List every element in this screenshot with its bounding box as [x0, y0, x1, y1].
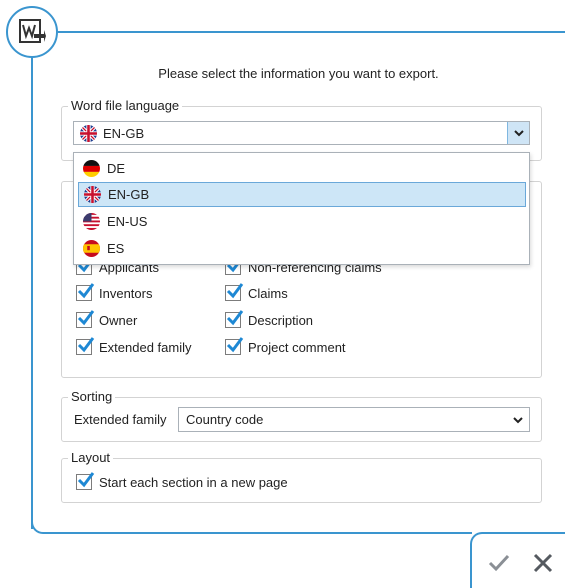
- language-option-label: ES: [107, 241, 125, 256]
- checkbox-box[interactable]: [225, 283, 244, 301]
- language-option-en-us[interactable]: EN-US: [78, 209, 526, 234]
- germany-flag-icon: [83, 160, 100, 177]
- language-option-en-gb[interactable]: EN-GB: [78, 182, 526, 207]
- checkbox-label: Description: [248, 312, 314, 328]
- language-option-label: EN-GB: [108, 187, 150, 202]
- uk-flag-icon: [80, 124, 97, 142]
- checkbox-label: Inventors: [99, 285, 153, 301]
- language-combobox[interactable]: EN-GB: [73, 121, 530, 145]
- checkbox-box[interactable]: [76, 337, 95, 355]
- us-flag-icon: [83, 213, 100, 230]
- close-icon: [533, 553, 553, 573]
- checkbox-inventors[interactable]: Inventors: [76, 283, 153, 301]
- dialog-frame-bottom: [60, 532, 472, 534]
- uk-flag-icon: [84, 186, 101, 203]
- checkbox-box[interactable]: [76, 283, 95, 301]
- sorting-combobox[interactable]: Country code: [178, 407, 530, 432]
- language-option-label: EN-US: [107, 214, 148, 229]
- language-selected-value: EN-GB: [103, 125, 145, 141]
- checkbox-new-page[interactable]: Start each section in a new page: [76, 472, 288, 490]
- checkbox-claims[interactable]: Claims: [225, 283, 288, 301]
- checkbox-label: Extended family: [99, 339, 192, 355]
- spain-flag-icon: [83, 240, 100, 257]
- dialog-frame-top: [58, 31, 565, 33]
- language-group-legend: Word file language: [68, 98, 183, 113]
- dialog-frame-corner: [31, 515, 61, 534]
- chevron-down-icon[interactable]: [507, 408, 529, 431]
- checkbox-label: Start each section in a new page: [99, 474, 288, 490]
- sorting-row-label: Extended family: [74, 412, 167, 427]
- cancel-button[interactable]: [527, 547, 559, 579]
- dialog-frame-left: [31, 57, 33, 529]
- language-option-de[interactable]: DE: [78, 156, 526, 181]
- checkbox-extended-family[interactable]: Extended family: [76, 337, 192, 355]
- language-option-label: DE: [107, 161, 126, 176]
- word-export-icon: [6, 6, 58, 58]
- checkbox-description[interactable]: Description: [225, 310, 314, 328]
- checkbox-owner[interactable]: Owner: [76, 310, 138, 328]
- confirm-button[interactable]: [483, 547, 515, 579]
- checkbox-label: Claims: [248, 285, 288, 301]
- layout-group-legend: Layout: [68, 450, 114, 465]
- checkbox-box[interactable]: [225, 310, 244, 328]
- chevron-down-icon[interactable]: [507, 122, 529, 144]
- instruction-text: Please select the information you want t…: [158, 66, 439, 81]
- language-dropdown-list: DE EN-GB EN-US ES: [73, 152, 530, 265]
- checkbox-project-comment[interactable]: Project comment: [225, 337, 346, 355]
- checkbox-box[interactable]: [225, 337, 244, 355]
- sorting-group-legend: Sorting: [68, 389, 116, 404]
- checkbox-label: Owner: [99, 312, 138, 328]
- language-option-es[interactable]: ES: [78, 236, 526, 261]
- checkbox-box[interactable]: [76, 310, 95, 328]
- sorting-selected-value: Country code: [186, 412, 264, 427]
- checkbox-label: Project comment: [248, 339, 346, 355]
- checkbox-box[interactable]: [76, 472, 95, 490]
- checkmark-icon: [488, 554, 510, 572]
